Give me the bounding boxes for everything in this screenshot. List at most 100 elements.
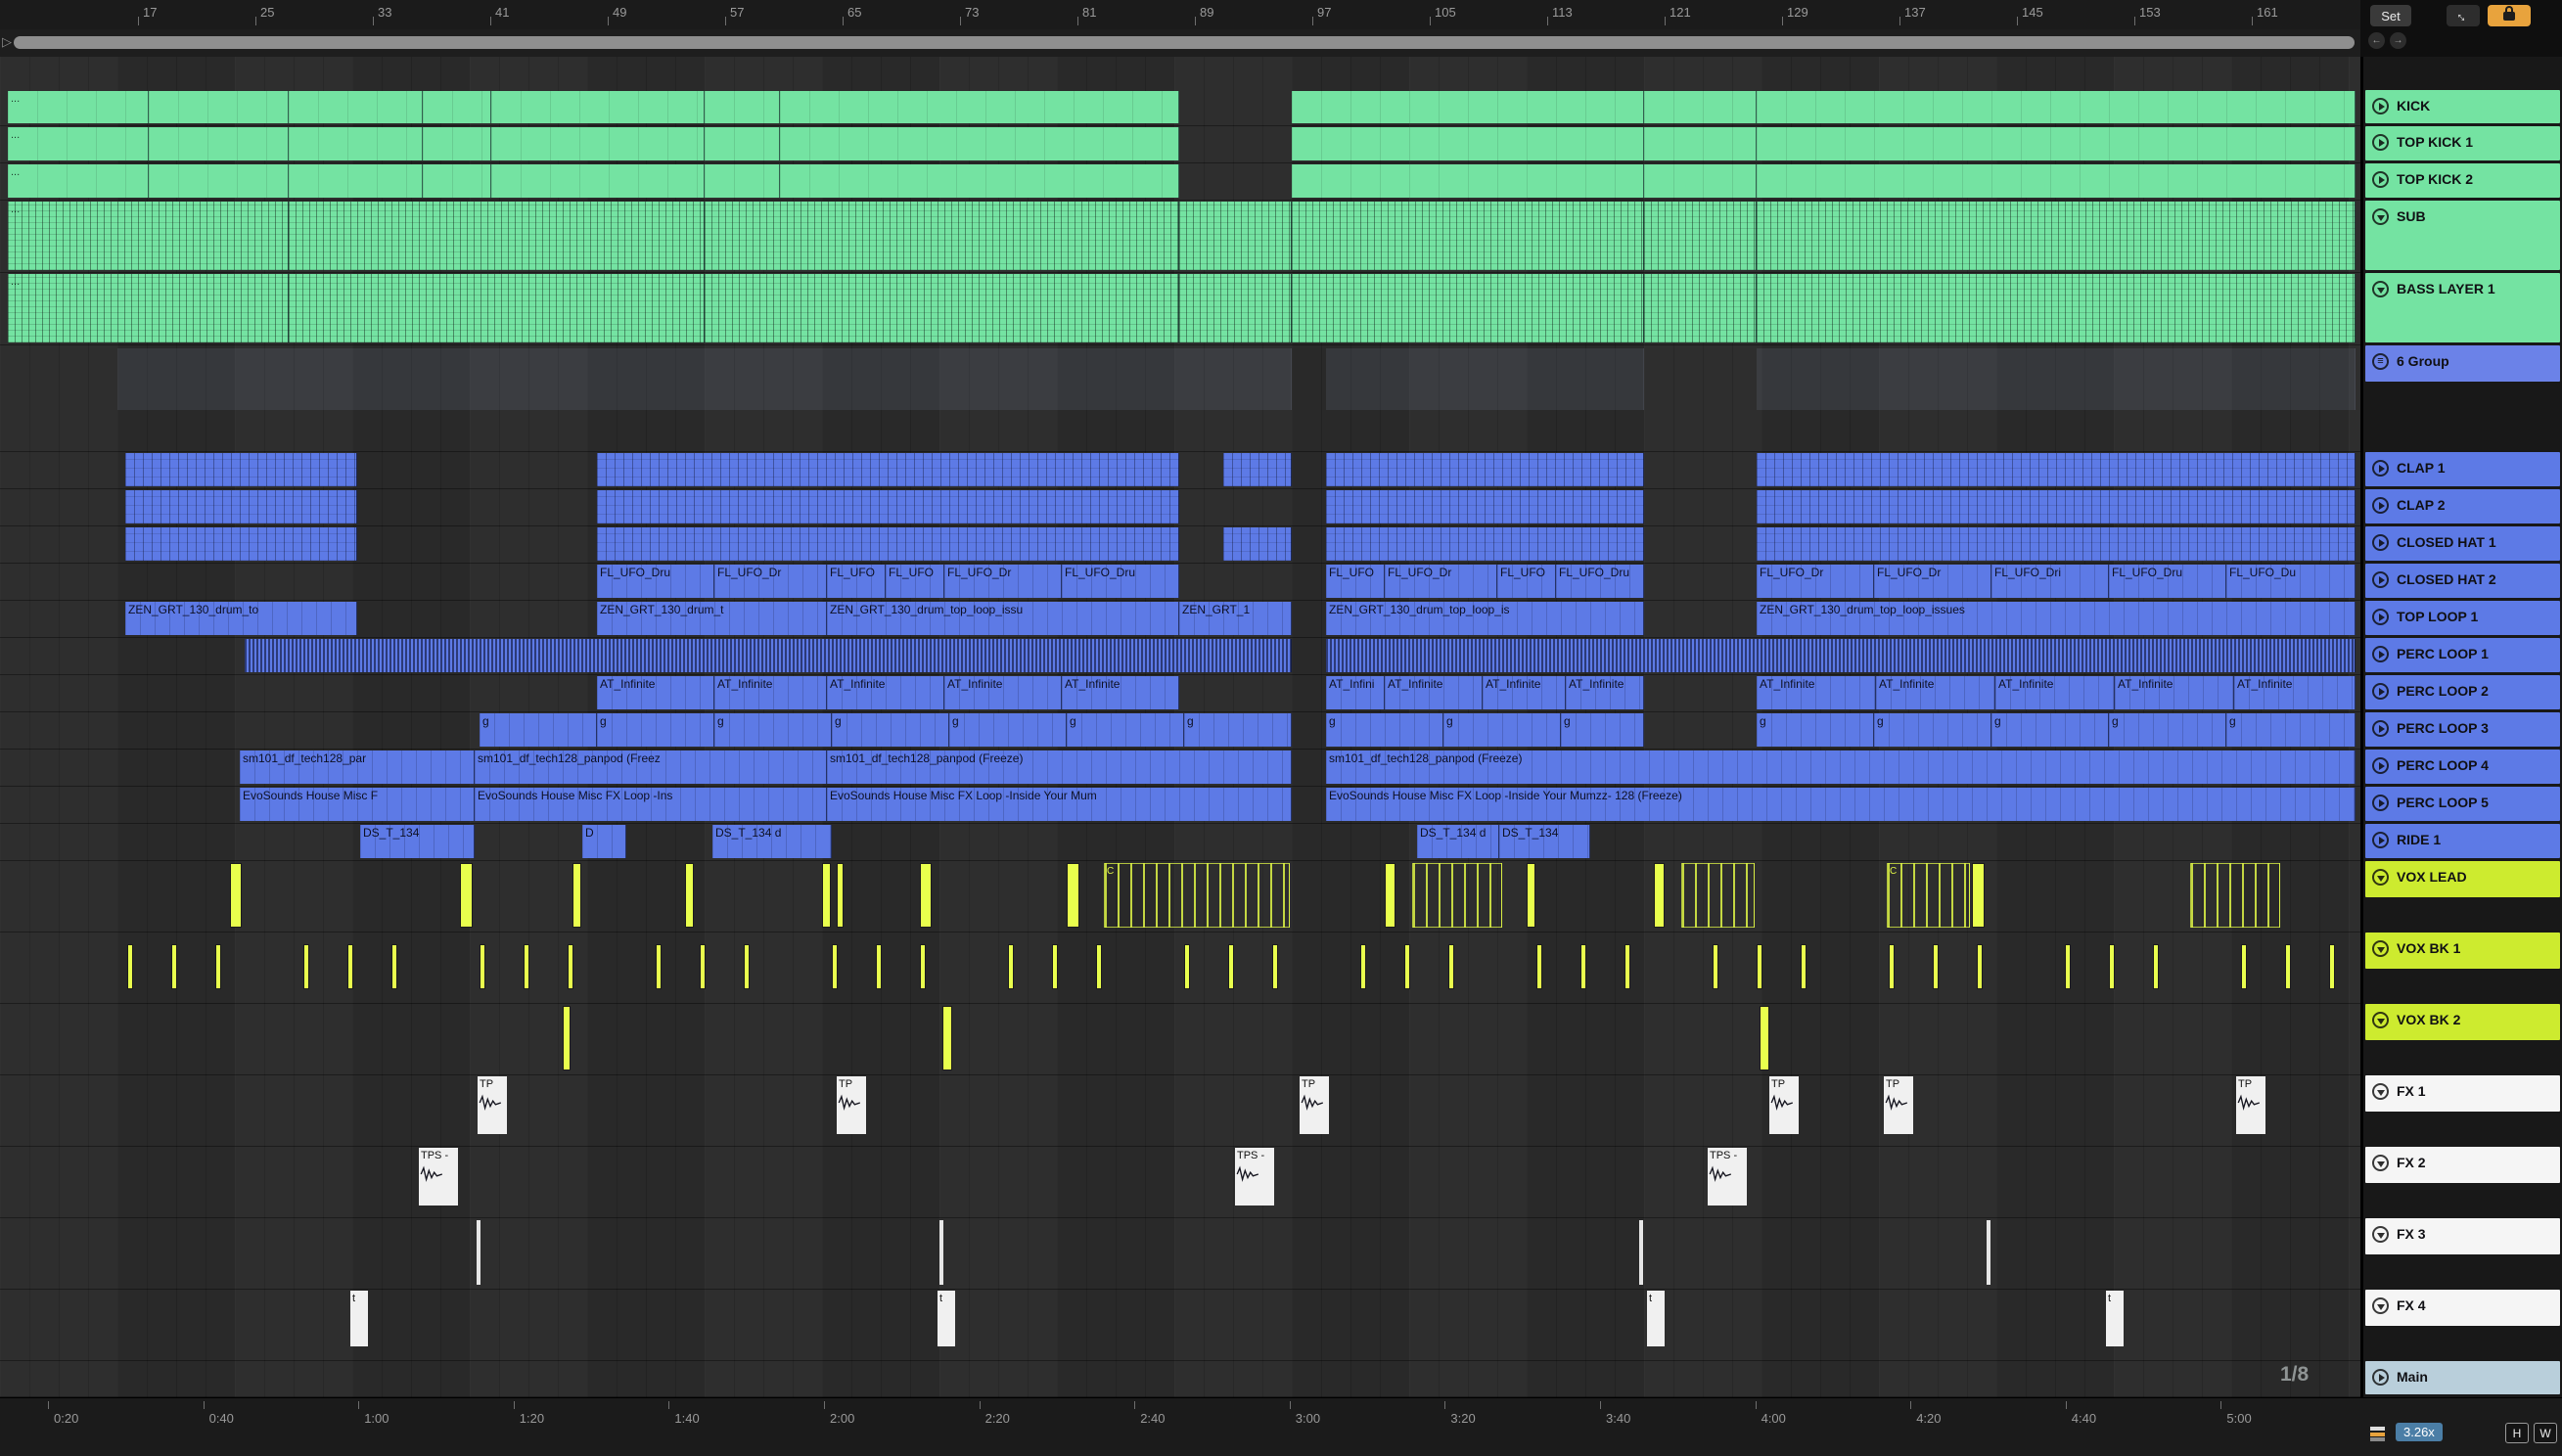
clip[interactable]: g (2226, 713, 2356, 747)
clip[interactable]: g (1757, 713, 1874, 747)
clip[interactable]: TPS - (419, 1148, 458, 1206)
clip[interactable] (837, 863, 844, 928)
arrangement-area[interactable]: ............... FL_UFO_Dru FL_UFO_Dr FL_UFO… (0, 57, 2360, 1397)
clip[interactable]: FL_UFO (827, 565, 886, 598)
track-lane-perc-loop-4[interactable]: sm101_df_tech128_par sm101_df_tech128_pan… (0, 750, 2360, 787)
clip[interactable] (2065, 944, 2071, 989)
clip[interactable]: AT_Infinite (1566, 676, 1644, 709)
clip[interactable] (423, 91, 491, 123)
scrollbar-thumb[interactable] (14, 36, 2355, 49)
clip[interactable] (822, 863, 831, 928)
clip[interactable] (289, 164, 423, 198)
clip[interactable] (1292, 91, 1644, 123)
clip[interactable]: ZEN_GRT_130_drum_top_loop_issu (827, 602, 1179, 635)
clip[interactable] (563, 1006, 571, 1070)
clip[interactable]: sm101_df_tech128_par (240, 751, 475, 784)
track-lane-kick[interactable]: ... (0, 90, 2360, 126)
clip[interactable]: D (582, 825, 626, 858)
clip[interactable] (700, 944, 706, 989)
clip[interactable]: g (480, 713, 597, 747)
track-lane-fx-4[interactable]: tttt (0, 1290, 2360, 1361)
track-header-clap-2[interactable]: CLAP 2 (2365, 489, 2560, 523)
clip[interactable]: sm101_df_tech128_panpod (Freeze) (1326, 751, 2356, 784)
track-lane-perc-loop-2[interactable]: AT_Infinite AT_Infinite AT_Infinite AT_Infi… (0, 675, 2360, 712)
clip[interactable] (1757, 91, 2356, 123)
clip[interactable]: ZEN_GRT_130_drum_top_loop_is (1326, 602, 1644, 635)
clip[interactable] (491, 91, 705, 123)
clip[interactable] (1360, 944, 1366, 989)
track-header-fx-3[interactable]: FX 3 (2365, 1218, 2560, 1254)
clip[interactable] (920, 863, 932, 928)
clip[interactable]: AT_Infinite (1995, 676, 2115, 709)
clip[interactable]: FL_UFO (1497, 565, 1556, 598)
clip[interactable]: sm101_df_tech128_panpod (Freez (475, 751, 827, 784)
clip[interactable] (171, 944, 177, 989)
clip[interactable] (303, 944, 309, 989)
track-lane-main[interactable] (0, 1361, 2360, 1397)
track-header-6-group[interactable]: ≡ 6 Group (2365, 345, 2560, 382)
clip[interactable]: FL_UFO_Dru (1062, 565, 1179, 598)
clip[interactable]: TPS - (1235, 1148, 1274, 1206)
clip[interactable] (1223, 453, 1292, 486)
fold-right-icon[interactable] (2372, 497, 2389, 514)
clip[interactable] (1757, 274, 2356, 342)
clip[interactable] (117, 348, 1292, 410)
track-header-fx-4[interactable]: FX 4 (2365, 1290, 2560, 1326)
clip[interactable] (1292, 164, 1644, 198)
clip[interactable] (149, 164, 289, 198)
fold-right-icon[interactable] (2372, 646, 2389, 662)
fold-right-icon[interactable] (2372, 683, 2389, 700)
clip[interactable]: ... (8, 274, 289, 342)
clip[interactable] (1757, 127, 2356, 160)
clip[interactable] (705, 127, 780, 160)
clip[interactable]: AT_Infinite (1062, 676, 1179, 709)
clip[interactable]: TP (478, 1076, 507, 1134)
track-lane-top-kick-1[interactable]: ... (0, 126, 2360, 163)
height-zoom-button[interactable]: H (2505, 1423, 2529, 1443)
track-lane-6-group[interactable] (0, 345, 2360, 452)
fold-down-icon[interactable] (2372, 1297, 2389, 1314)
clip[interactable]: AT_Infini (1326, 676, 1385, 709)
clip[interactable] (1757, 453, 2356, 486)
clip[interactable] (1326, 453, 1644, 486)
clip[interactable]: AT_Infinite (714, 676, 827, 709)
clip[interactable]: AT_Infinite (2234, 676, 2356, 709)
clip[interactable] (1644, 274, 1757, 342)
fold-right-icon[interactable] (2372, 460, 2389, 477)
clip[interactable] (477, 1220, 480, 1285)
clip[interactable] (1713, 944, 1718, 989)
fold-right-icon[interactable] (2372, 134, 2389, 151)
clip[interactable]: AT_Infinite (944, 676, 1062, 709)
clip[interactable]: g (832, 713, 949, 747)
clip[interactable] (491, 127, 705, 160)
clip[interactable] (1644, 91, 1757, 123)
clip[interactable] (656, 944, 662, 989)
expand-window-button[interactable]: ↔ (2447, 5, 2480, 26)
clip[interactable]: AT_Infinite (827, 676, 944, 709)
track-lane-perc-loop-5[interactable]: EvoSounds House Misc F EvoSounds House Mi… (0, 787, 2360, 824)
clip[interactable]: FL_UFO_Du (2226, 565, 2356, 598)
clip[interactable] (1326, 527, 1644, 561)
clip[interactable] (1654, 863, 1665, 928)
clip[interactable]: FL_UFO_Dr (714, 565, 827, 598)
clip[interactable] (1644, 202, 1757, 270)
track-lane-fx-1[interactable]: TP TP TP TP TP TP (0, 1075, 2360, 1147)
clip[interactable]: ... (8, 164, 149, 198)
clip[interactable] (568, 944, 573, 989)
clip[interactable] (149, 91, 289, 123)
clip[interactable] (215, 944, 221, 989)
clip[interactable]: ... (8, 91, 149, 123)
clip[interactable] (125, 527, 357, 561)
clip[interactable] (939, 1220, 943, 1285)
track-lane-bass-layer-1[interactable]: ... (0, 273, 2360, 345)
clip[interactable]: AT_Infinite (597, 676, 714, 709)
clip[interactable] (491, 164, 705, 198)
clip[interactable] (1536, 944, 1542, 989)
clip[interactable]: g (1326, 713, 1443, 747)
clip[interactable]: FL_UFO_Dr (1757, 565, 1874, 598)
track-lane-clap-1[interactable] (0, 452, 2360, 489)
clip[interactable] (2241, 944, 2247, 989)
clip[interactable]: sm101_df_tech128_panpod (Freeze) (827, 751, 1292, 784)
track-header-top-kick-2[interactable]: TOP KICK 2 (2365, 163, 2560, 198)
set-button[interactable]: Set (2370, 5, 2411, 26)
